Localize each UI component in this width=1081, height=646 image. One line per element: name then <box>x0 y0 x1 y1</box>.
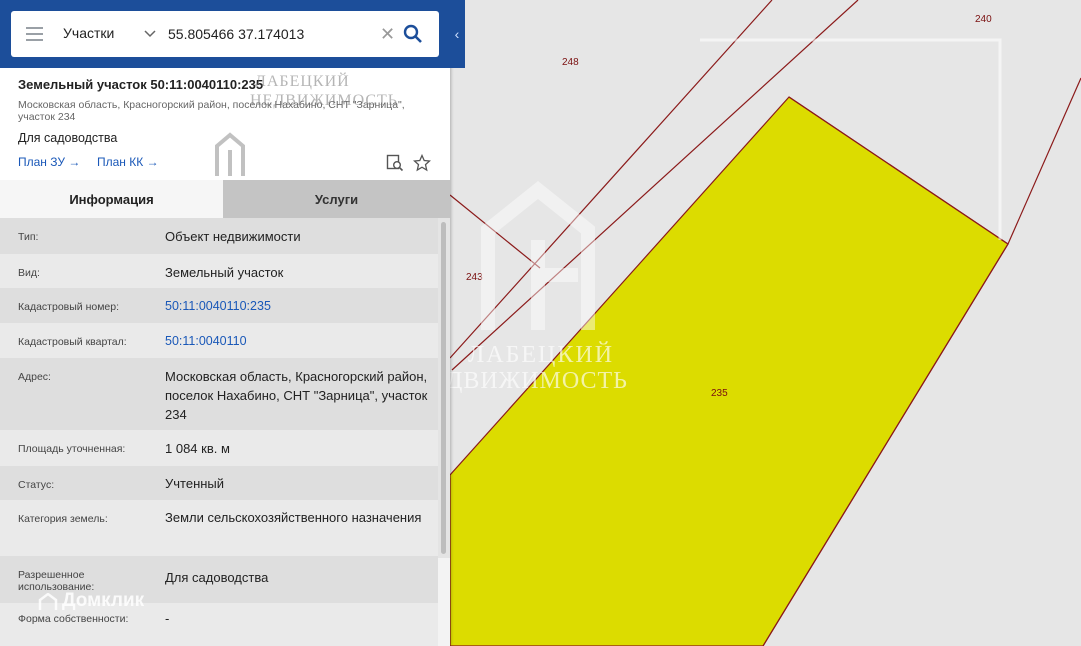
property-label: Адрес: <box>18 371 51 383</box>
property-value: Московская область, Красногорский район,… <box>165 369 428 422</box>
info-tabs: Информация Услуги <box>0 180 450 218</box>
property-value: - <box>165 611 170 626</box>
property-row: Кадастровый номер: 50:11:0040110:235 <box>0 288 438 323</box>
search-box: Участки ✕ <box>11 11 439 57</box>
watermark-small-line1: ЛАБЕЦКИЙ <box>255 73 350 90</box>
property-row: Площадь уточненная: 1 084 кв. м <box>0 430 438 466</box>
watermark-line1: ЛАБЕЦКИЙ <box>468 342 615 368</box>
property-label: Площадь уточненная: <box>18 443 126 455</box>
search-input[interactable] <box>168 23 378 45</box>
tab-services[interactable]: Услуги <box>223 180 450 218</box>
star-icon[interactable] <box>413 154 431 172</box>
cadastral-quarter-link[interactable]: 50:11:0040110 <box>165 332 430 351</box>
layer-select[interactable]: Участки <box>63 25 114 41</box>
property-label: Форма собственности: <box>18 613 129 625</box>
parcel-purpose: Для садоводства <box>18 131 118 145</box>
property-row: Тип: Объект недвижимости <box>0 218 438 254</box>
property-row: Кадастровый квартал: 50:11:0040110 <box>0 323 438 358</box>
top-bar: Участки ✕ ‹ <box>0 0 465 68</box>
document-search-icon[interactable] <box>386 154 404 172</box>
scrollbar-thumb[interactable] <box>441 222 446 554</box>
parcel-title: Земельный участок 50:11:0040110:235 <box>18 77 264 92</box>
property-label: Вид: <box>18 267 40 279</box>
property-value: Для садоводства <box>165 570 269 585</box>
property-value: Земли сельскохозяйственного назначения <box>165 510 422 525</box>
menu-icon[interactable] <box>26 27 43 41</box>
close-icon[interactable]: ✕ <box>380 23 395 45</box>
domclick-watermark: Домклик <box>62 590 145 611</box>
property-label: Кадастровый номер: <box>18 301 120 313</box>
parcel-label-240: 240 <box>975 14 992 25</box>
cadastral-number-link[interactable]: 50:11:0040110:235 <box>165 297 430 316</box>
property-row: Категория земель: Земли сельскохозяйстве… <box>0 500 438 556</box>
chevron-left-icon[interactable]: ‹ <box>449 0 465 68</box>
properties-list: Тип: Объект недвижимости Вид: Земельный … <box>0 218 438 646</box>
property-row: Адрес: Московская область, Красногорский… <box>0 358 438 430</box>
property-value: Учтенный <box>165 476 225 491</box>
domclick-logo-icon <box>38 593 58 610</box>
property-row: Вид: Земельный участок <box>0 254 438 288</box>
property-value: 1 084 кв. м <box>165 441 230 456</box>
parcel-header: Земельный участок 50:11:0040110:235 Моск… <box>0 68 450 180</box>
property-value: Земельный участок <box>165 265 284 280</box>
property-label: Кадастровый квартал: <box>18 336 127 348</box>
chevron-down-icon[interactable] <box>144 26 156 42</box>
watermark-small-logo-icon <box>215 132 245 176</box>
parcel-label-235: 235 <box>711 388 728 399</box>
property-row: Статус: Учтенный <box>0 466 438 500</box>
plan-zu-link[interactable]: План ЗУ → <box>18 155 80 169</box>
info-panel: Земельный участок 50:11:0040110:235 Моск… <box>0 0 450 646</box>
parcel-label-248: 248 <box>562 57 579 68</box>
watermark-small-line2: НЕДВИЖИМОСТЬ <box>250 92 398 109</box>
search-icon[interactable] <box>403 23 423 45</box>
tab-information[interactable]: Информация <box>0 180 223 218</box>
property-label: Тип: <box>18 231 39 243</box>
plan-kk-link[interactable]: План КК → <box>97 155 159 169</box>
watermark-logo-icon <box>481 181 595 330</box>
property-value: Объект недвижимости <box>165 229 301 244</box>
property-label: Статус: <box>18 479 55 491</box>
property-label: Категория земель: <box>18 513 108 525</box>
